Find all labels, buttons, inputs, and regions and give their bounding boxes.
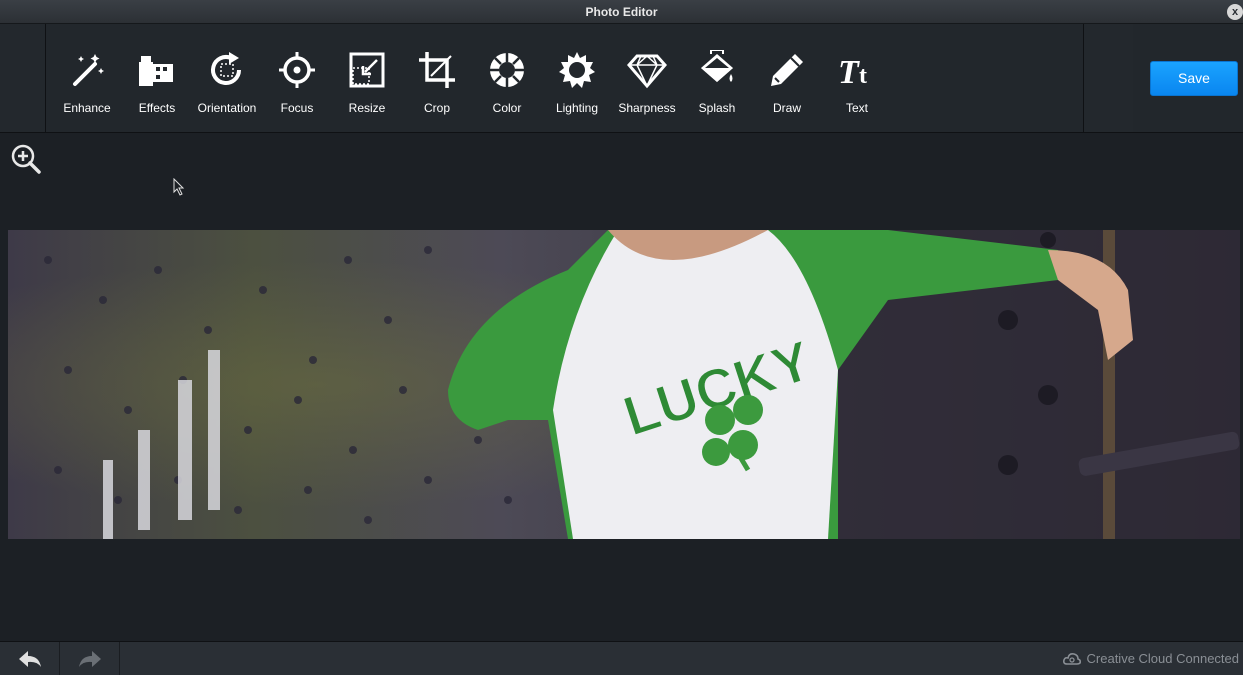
tool-enhance[interactable]: Enhance: [52, 24, 122, 132]
tool-effects[interactable]: Effects: [122, 24, 192, 132]
tool-label: Crop: [423, 101, 450, 115]
rotate-icon: [205, 48, 249, 92]
tool-label: Focus: [280, 101, 314, 115]
tool-list: Enhance Effects Orientation Focus Resize…: [52, 24, 892, 132]
svg-text:t: t: [859, 63, 867, 89]
tool-label: Lighting: [555, 101, 599, 115]
tool-text[interactable]: Tt Text: [822, 24, 892, 132]
tool-color[interactable]: Color: [472, 24, 542, 132]
redo-icon: [78, 651, 101, 667]
focus-target-icon: [275, 48, 319, 92]
photo-editor-window: Photo Editor x Enhance Effects Orientati…: [0, 0, 1243, 675]
resize-icon: [345, 48, 389, 92]
title-bar: Photo Editor x: [0, 0, 1243, 24]
svg-text:T: T: [838, 54, 860, 90]
creative-cloud-icon: [1062, 652, 1081, 665]
toolbar: Enhance Effects Orientation Focus Resize…: [0, 24, 1243, 133]
redo-button[interactable]: [60, 642, 120, 675]
toolbar-left-panel: [0, 24, 46, 132]
tool-focus[interactable]: Focus: [262, 24, 332, 132]
magic-wand-icon: [65, 48, 109, 92]
tool-label: Resize: [348, 101, 386, 115]
color-wheel-icon: [485, 48, 529, 92]
tool-draw[interactable]: Draw: [752, 24, 822, 132]
photo-canvas[interactable]: LUCKY: [8, 230, 1240, 539]
tool-label: Color: [492, 101, 522, 115]
tool-resize[interactable]: Resize: [332, 24, 402, 132]
undo-button[interactable]: [0, 642, 60, 675]
tool-splash[interactable]: Splash: [682, 24, 752, 132]
save-button[interactable]: Save: [1150, 61, 1238, 96]
toolbar-separator-panel: [1083, 24, 1133, 132]
pencil-icon: [765, 48, 809, 92]
tool-label: Orientation: [197, 101, 257, 115]
crop-icon: [415, 48, 459, 92]
photo-image: LUCKY: [8, 230, 1240, 539]
sun-icon: [555, 48, 599, 92]
status-text: Creative Cloud Connected: [1086, 651, 1239, 666]
mouse-pointer-icon: [173, 177, 187, 196]
diamond-icon: [625, 48, 669, 92]
tool-label: Text: [845, 101, 868, 115]
bottom-bar: Creative Cloud Connected: [0, 641, 1243, 675]
tool-orientation[interactable]: Orientation: [192, 24, 262, 132]
undo-icon: [18, 651, 41, 667]
tool-sharpness[interactable]: Sharpness: [612, 24, 682, 132]
canvas-area: LUCKY: [0, 133, 1243, 641]
tool-label: Enhance: [63, 101, 111, 115]
paint-bucket-icon: [695, 48, 739, 92]
tool-label: Effects: [138, 101, 176, 115]
tool-lighting[interactable]: Lighting: [542, 24, 612, 132]
window-title: Photo Editor: [585, 5, 658, 19]
tool-label: Sharpness: [618, 101, 676, 115]
tool-label: Splash: [698, 101, 736, 115]
text-icon: Tt: [835, 48, 879, 92]
tool-crop[interactable]: Crop: [402, 24, 472, 132]
zoom-in-icon[interactable]: [10, 143, 42, 175]
close-button[interactable]: x: [1227, 4, 1243, 20]
creative-cloud-status: Creative Cloud Connected: [1062, 651, 1239, 666]
tool-label: Draw: [772, 101, 801, 115]
film-icon: [135, 48, 179, 92]
